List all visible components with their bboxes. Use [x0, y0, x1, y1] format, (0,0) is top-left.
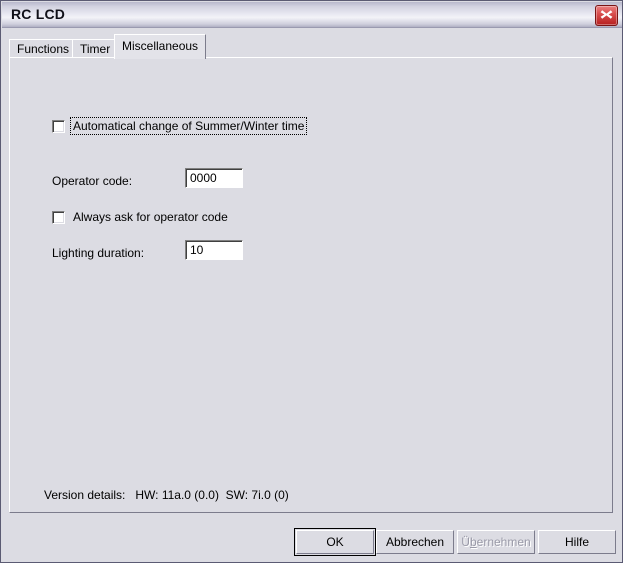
titlebar: RC LCD [2, 2, 622, 28]
summer-winter-checkbox[interactable] [52, 119, 65, 133]
apply-label-before: Ü [461, 535, 470, 549]
tab-timer[interactable]: Timer [72, 39, 119, 58]
tab-functions-label: Functions [17, 42, 70, 56]
help-button-label: Hilfe [564, 535, 589, 549]
tab-panel-miscellaneous: Automatical change of Summer/Winter time… [9, 57, 613, 513]
close-x-glyph [600, 10, 613, 19]
apply-button-label: Übernehmen [461, 535, 530, 549]
version-details: Version details: HW: 11a.0 (0.0) SW: 7i.… [44, 488, 289, 502]
always-ask-label[interactable]: Always ask for operator code [71, 209, 230, 225]
tab-functions[interactable]: Functions [9, 39, 78, 58]
cancel-button[interactable]: Abbrechen [376, 530, 454, 554]
ok-button-label: OK [326, 535, 344, 549]
lighting-duration-label: Lighting duration: [52, 246, 145, 260]
summer-winter-row: Automatical change of Summer/Winter time [52, 117, 308, 135]
tab-miscellaneous[interactable]: Miscellaneous [114, 34, 207, 59]
tab-miscellaneous-label: Miscellaneous [122, 39, 199, 53]
summer-winter-label[interactable]: Automatical change of Summer/Winter time [69, 117, 308, 135]
window-title: RC LCD [11, 6, 66, 22]
always-ask-checkbox[interactable] [52, 210, 65, 224]
apply-label-after: ernehmen [476, 535, 531, 549]
ok-button[interactable]: OK [294, 528, 376, 556]
operator-code-label: Operator code: [52, 174, 133, 188]
operator-code-input[interactable] [185, 168, 243, 188]
always-ask-row: Always ask for operator code [52, 209, 230, 225]
dialog-window: RC LCD Functions Timer Miscellaneous Aut… [0, 0, 623, 563]
lighting-duration-input[interactable] [185, 240, 243, 260]
apply-button: Übernehmen [457, 530, 535, 554]
tab-timer-label: Timer [80, 42, 111, 56]
cancel-button-label: Abbrechen [385, 535, 445, 549]
apply-label-accel: b [469, 535, 477, 549]
close-icon[interactable] [595, 5, 618, 26]
help-button[interactable]: Hilfe [538, 530, 616, 554]
